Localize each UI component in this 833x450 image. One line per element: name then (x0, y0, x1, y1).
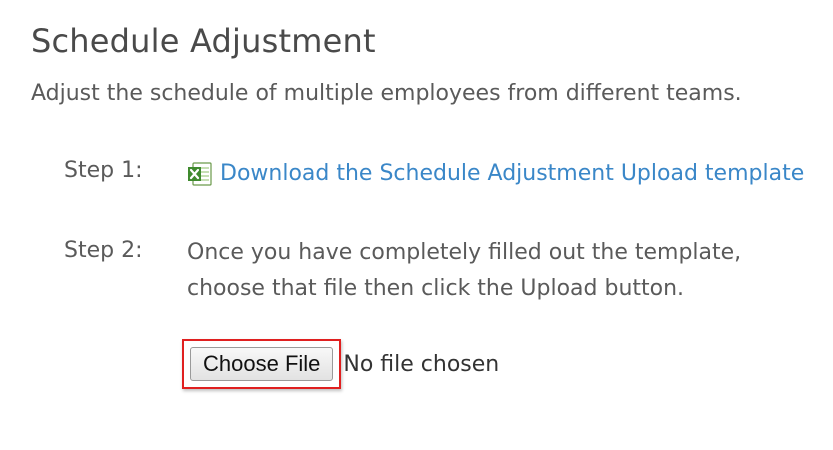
file-status-text: No file chosen (343, 351, 500, 377)
instructions-line-1: Once you have completely filled out the … (187, 240, 742, 265)
step2-instructions: Once you have completely filled out the … (187, 235, 787, 307)
page-subtitle: Adjust the schedule of multiple employee… (31, 81, 742, 106)
page-title: Schedule Adjustment (31, 22, 376, 60)
download-template-row: Download the Schedule Adjustment Upload … (187, 158, 804, 190)
download-template-link[interactable]: Download the Schedule Adjustment Upload … (220, 158, 804, 190)
step2-label: Step 2: (64, 238, 143, 263)
instructions-line-2: choose that file then click the Upload b… (187, 276, 685, 301)
choose-file-button[interactable]: Choose File (190, 347, 334, 381)
step1-label: Step 1: (64, 158, 143, 183)
file-input: Choose File No file chosen (182, 339, 499, 389)
choose-file-highlight: Choose File (182, 339, 342, 389)
excel-file-icon (187, 161, 213, 187)
